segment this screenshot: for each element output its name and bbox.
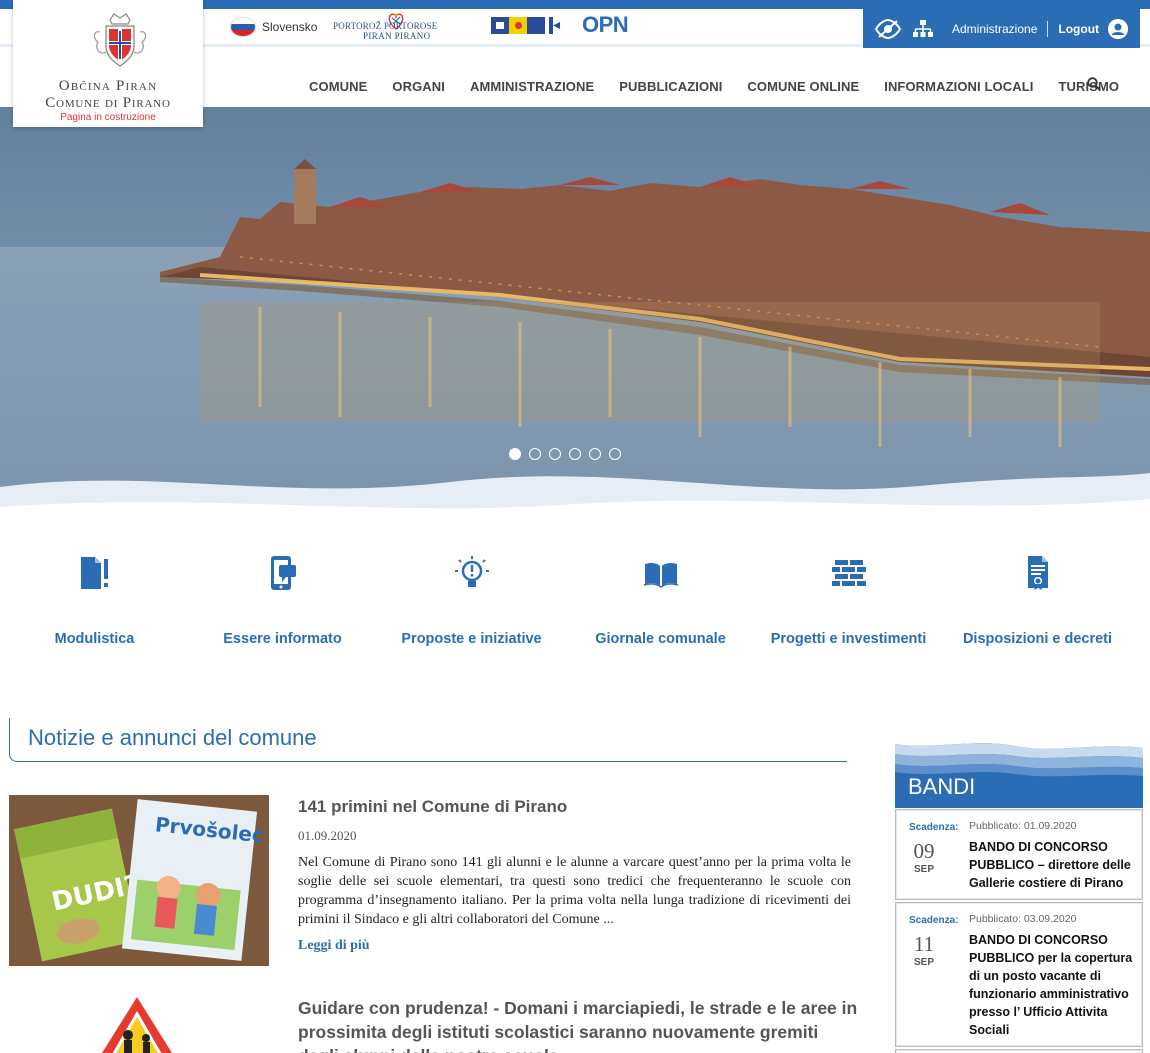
mobile-info-icon xyxy=(270,556,296,590)
quick-link-progetti[interactable]: Progetti e investimenti xyxy=(754,555,943,647)
bando-deadline-label: Scadenza: xyxy=(909,915,959,926)
quick-link-label: Proposte e iniziative xyxy=(401,631,542,647)
hero-slider[interactable] xyxy=(0,107,1150,527)
quick-links: Modulistica Essere informato Proposte e … xyxy=(0,555,1150,655)
municipality-logo[interactable]: Občina Piran Comune di Pirano Pagina in … xyxy=(13,0,203,127)
quick-link-label: Giornale comunale xyxy=(595,631,726,647)
language-switch[interactable]: Slovensko xyxy=(231,18,317,36)
bando-title[interactable]: BANDO DI CONCORSO PUBBLICO – direttore d… xyxy=(969,838,1137,892)
quick-link-proposte[interactable]: Proposte e iniziative xyxy=(377,555,566,647)
quick-link-label: Disposizioni e decreti xyxy=(962,631,1113,647)
accessibility-eye-icon[interactable] xyxy=(875,18,901,39)
bando-card-partial[interactable] xyxy=(895,1049,1143,1053)
signal-flags-logo[interactable] xyxy=(491,17,563,34)
news-photo: DUDI? Prvošolec xyxy=(9,795,269,966)
slider-dot-5[interactable] xyxy=(589,448,601,460)
school-warning-sign-icon xyxy=(102,997,172,1053)
flag-blue-icon xyxy=(491,17,509,34)
slider-dots xyxy=(509,448,621,460)
bando-title[interactable]: BANDO DI CONCORSO PUBBLICO per la copert… xyxy=(969,931,1137,1039)
nav-item-informazioni-locali[interactable]: INFORMAZIONI LOCALI xyxy=(884,79,1033,94)
hero-photo-piran xyxy=(0,107,1150,527)
slider-dot-2[interactable] xyxy=(529,448,541,460)
nav-item-pubblicazioni[interactable]: PUBBLICAZIONI xyxy=(619,79,722,94)
bando-deadline-day: 09 xyxy=(913,839,935,863)
bando-published-date: Pubblicato: 01.09.2020 xyxy=(969,820,1077,832)
open-book-icon xyxy=(643,562,678,588)
coat-of-arms-icon xyxy=(93,13,147,67)
brick-wall-icon xyxy=(831,560,866,586)
slider-dot-6[interactable] xyxy=(609,448,621,460)
language-label: Slovensko xyxy=(262,20,318,34)
admin-separator xyxy=(1047,20,1049,37)
document-seal-icon xyxy=(1027,556,1048,590)
bandi-header: BANDI xyxy=(895,738,1143,808)
document-alert-icon xyxy=(80,557,108,589)
quick-link-modulistica[interactable]: Modulistica xyxy=(0,555,189,647)
construction-note: Pagina in costruzione xyxy=(60,112,156,123)
portoroz-piran-logo[interactable]: PORTOROŽ PORTOROSE PIRAN PIRANO xyxy=(333,12,465,42)
quick-link-label: Modulistica xyxy=(54,631,135,647)
news-item-title[interactable]: Guidare con prudenza! - Domani i marciap… xyxy=(298,996,858,1053)
logo-line-slovene: Občina Piran xyxy=(58,78,158,94)
nav-item-comune-online[interactable]: COMUNE ONLINE xyxy=(747,79,859,94)
flag-yellow-icon xyxy=(509,17,527,34)
news-section-header: Notizie e annunci del comune xyxy=(9,718,847,762)
admin-link[interactable]: Administrazione xyxy=(952,22,1037,36)
quick-link-label: Essere informato xyxy=(223,631,342,647)
admin-bar: Administrazione Logout xyxy=(863,9,1140,48)
search-icon[interactable] xyxy=(1087,77,1101,91)
news-item-title[interactable]: 141 primini nel Comune di Pirano xyxy=(298,797,567,817)
slider-dot-4[interactable] xyxy=(569,448,581,460)
bando-deadline-month: SEP xyxy=(913,957,934,968)
nav-item-organi[interactable]: ORGANI xyxy=(392,79,445,94)
quick-link-disposizioni[interactable]: Disposizioni e decreti xyxy=(943,555,1132,647)
portoroz-line2: PIRAN PIRANO xyxy=(363,31,431,41)
slovenia-flag-icon xyxy=(231,18,255,36)
sitemap-icon[interactable] xyxy=(913,19,933,38)
logout-link[interactable]: Logout xyxy=(1058,22,1099,36)
lightbulb-icon xyxy=(454,556,489,587)
quick-link-giornale[interactable]: Giornale comunale xyxy=(566,555,755,647)
logo-line-italian: Comune di Pirano xyxy=(45,95,171,111)
read-more-link[interactable]: Leggi di più xyxy=(298,938,370,954)
news-section-title: Notizie e annunci del comune xyxy=(28,725,317,750)
flag-k-icon xyxy=(545,17,563,34)
news-item-date: 01.09.2020 xyxy=(298,828,357,843)
bando-card[interactable]: Scadenza: 09 SEP Pubblicato: 01.09.2020 … xyxy=(895,809,1143,900)
opn-logo[interactable]: OPN xyxy=(582,12,629,38)
slider-dot-1[interactable] xyxy=(509,448,521,460)
user-icon[interactable] xyxy=(1108,18,1128,39)
flag-navy-icon xyxy=(527,17,545,34)
news-item-body: Nel Comune di Pirano sono 141 gli alunni… xyxy=(298,855,851,927)
slider-dot-3[interactable] xyxy=(549,448,561,460)
bando-deadline-label: Scadenza: xyxy=(909,822,959,833)
nav-item-amministrazione[interactable]: AMMINISTRAZIONE xyxy=(470,79,594,94)
main-nav: COMUNE ORGANI AMMINISTRAZIONE PUBBLICAZI… xyxy=(309,79,1144,94)
portoroz-line1: PORTOROŽ PORTOROSE xyxy=(333,21,438,31)
bando-card[interactable]: Scadenza: 11 SEP Pubblicato: 03.09.2020 … xyxy=(895,902,1143,1047)
news-image-books[interactable]: DUDI? Prvošolec xyxy=(9,795,269,966)
bando-published-date: Pubblicato: 03.09.2020 xyxy=(969,913,1077,925)
nav-item-comune[interactable]: COMUNE xyxy=(309,79,367,94)
bando-deadline-day: 11 xyxy=(913,932,935,956)
quick-link-label: Progetti e investimenti xyxy=(770,631,927,647)
bando-deadline-month: SEP xyxy=(913,864,934,875)
bandi-title: BANDI xyxy=(908,774,976,799)
quick-link-essere-informato[interactable]: Essere informato xyxy=(188,555,377,647)
news-image-warning-sign[interactable] xyxy=(80,995,195,1053)
